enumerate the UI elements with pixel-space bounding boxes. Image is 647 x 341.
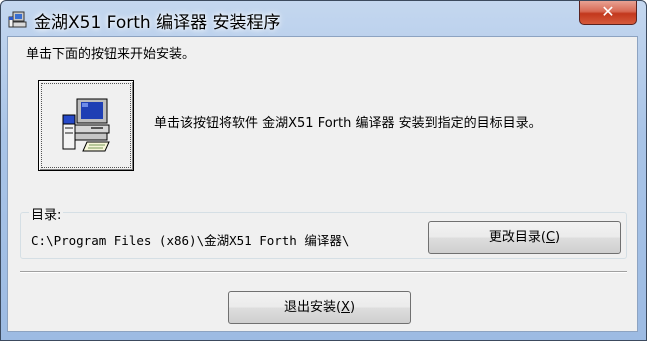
setup-app-icon bbox=[8, 11, 27, 28]
exit-setup-label: 退出安装( bbox=[283, 300, 342, 315]
exit-setup-button[interactable]: 退出安装(X) bbox=[228, 291, 411, 324]
install-button[interactable] bbox=[38, 80, 134, 171]
directory-path: C:\Program Files (x86)\金湖X51 Forth 编译器\ bbox=[31, 233, 350, 248]
change-directory-button[interactable]: 更改目录(C) bbox=[428, 221, 621, 254]
exit-setup-suffix: ) bbox=[349, 300, 356, 315]
title-bar[interactable]: 金湖X51 Forth 编译器 安装程序 ✕ bbox=[1, 1, 646, 37]
separator-line bbox=[20, 271, 627, 273]
install-description: 单击该按钮将软件 金湖X51 Forth 编译器 安装到指定的目标目录。 bbox=[154, 116, 542, 131]
exit-setup-mnemonic: X bbox=[341, 300, 350, 315]
instruction-text: 单击下面的按钮来开始安装。 bbox=[26, 47, 196, 62]
window-title: 金湖X51 Forth 编译器 安装程序 bbox=[34, 13, 281, 33]
change-directory-suffix: ) bbox=[555, 230, 561, 245]
close-button[interactable]: ✕ bbox=[579, 1, 637, 25]
change-directory-label: 更改目录( bbox=[488, 230, 546, 245]
change-directory-mnemonic: C bbox=[545, 230, 556, 245]
setup-computer-icon bbox=[62, 98, 110, 152]
close-icon: ✕ bbox=[601, 2, 615, 21]
directory-label: 目录: bbox=[29, 204, 64, 223]
